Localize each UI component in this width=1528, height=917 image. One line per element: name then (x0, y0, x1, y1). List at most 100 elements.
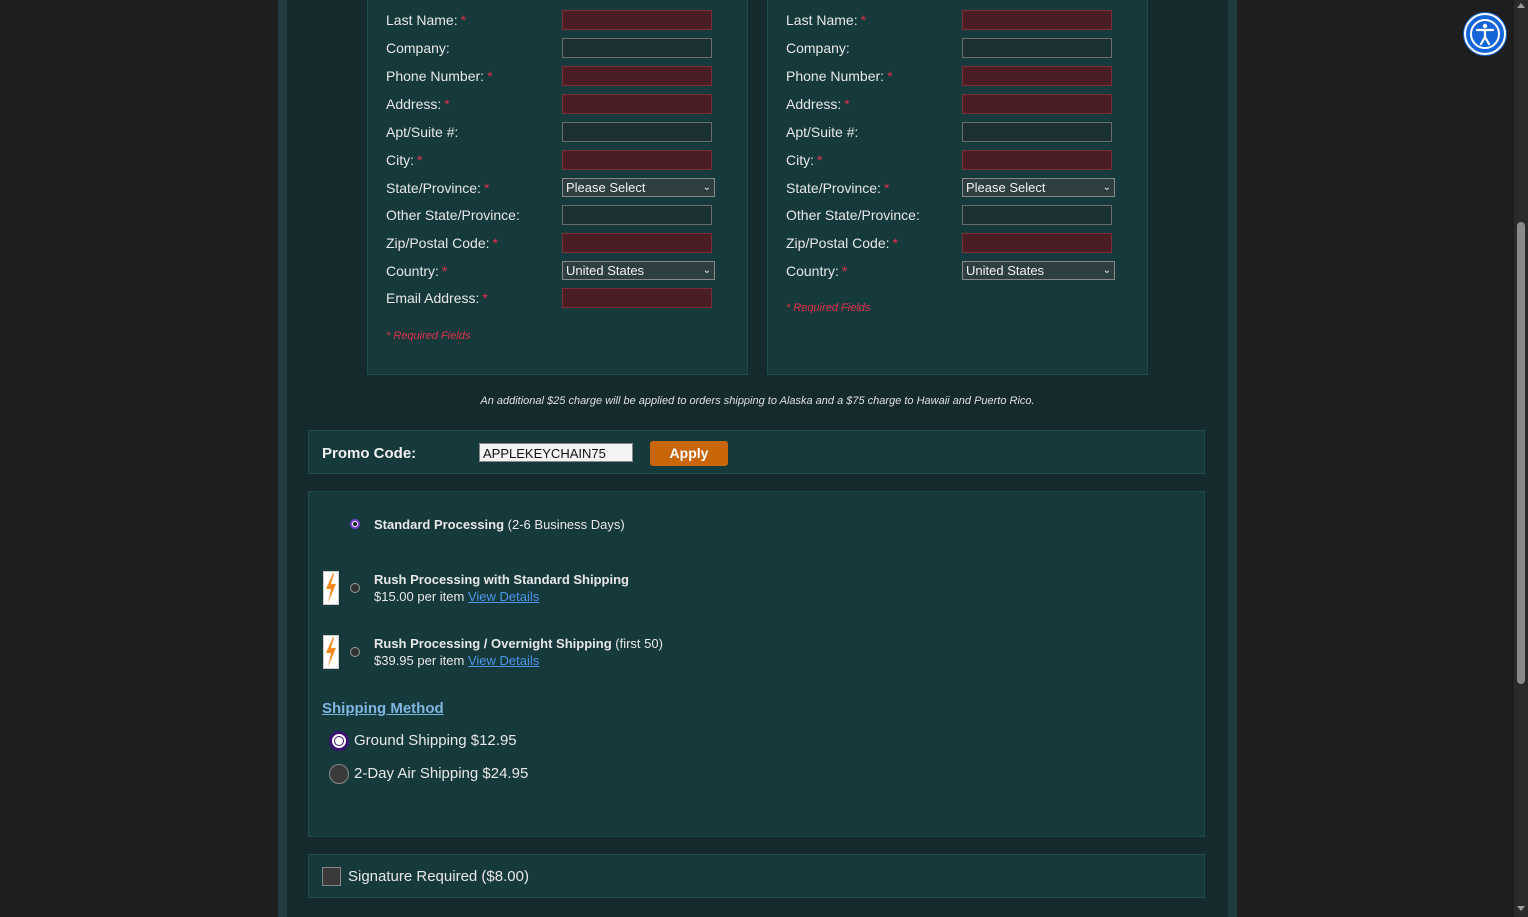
ground-shipping-radio[interactable] (329, 731, 349, 751)
view-details-link[interactable]: View Details (468, 589, 539, 604)
lightning-bolt-icon (323, 635, 339, 669)
shipping-method-heading: Shipping Method (322, 700, 444, 717)
text-input[interactable] (562, 94, 712, 114)
signature-section: Signature Required ($8.00) (308, 854, 1205, 898)
text-input[interactable] (562, 122, 712, 142)
ground-shipping-label: Ground Shipping $12.95 (354, 732, 517, 749)
chevron-down-icon: ⌄ (1102, 182, 1111, 193)
form-row: State/Province: * Please Select ⌄ (368, 178, 747, 200)
required-asterisk: * (487, 68, 493, 84)
apply-promo-button[interactable]: Apply (650, 441, 728, 466)
standard-processing-radio[interactable] (350, 519, 360, 529)
form-row: Other State/Province: (768, 205, 1147, 227)
text-input[interactable] (562, 10, 712, 30)
required-asterisk: * (841, 263, 848, 279)
text-input[interactable] (562, 205, 712, 225)
form-row: City: * (768, 150, 1147, 172)
required-asterisk: * (887, 68, 893, 84)
rush-standard-radio[interactable] (350, 583, 360, 593)
form-row: Phone Number: * (368, 66, 747, 88)
field-label: Other State/Province: (786, 207, 920, 223)
form-row: Company: (768, 38, 1147, 60)
two-day-air-label: 2-Day Air Shipping $24.95 (354, 765, 529, 782)
field-label: Country: * (386, 263, 448, 279)
signature-required-checkbox[interactable] (322, 867, 341, 886)
required-asterisk: * (883, 180, 890, 196)
required-asterisk: * (483, 180, 490, 196)
field-label: Address: * (386, 96, 450, 112)
chevron-down-icon: ⌄ (702, 182, 711, 193)
accessibility-button[interactable] (1464, 13, 1506, 55)
field-label: Last Name: * (386, 12, 467, 28)
text-input[interactable] (962, 205, 1112, 225)
text-input[interactable] (562, 288, 712, 308)
form-row: Zip/Postal Code: * (368, 233, 747, 255)
required-asterisk: * (860, 12, 867, 28)
page-scrollbar[interactable] (1514, 0, 1528, 917)
required-fields-note: * Required Fields (386, 330, 471, 342)
form-row: Phone Number: * (768, 66, 1147, 88)
required-asterisk: * (492, 235, 498, 251)
required-asterisk: * (892, 235, 898, 251)
rush-overnight-price-line: $39.95 per item View Details (374, 653, 540, 668)
scroll-thumb[interactable] (1517, 222, 1525, 684)
field-label: Last Name: * (786, 12, 867, 28)
form-row: Address: * (368, 94, 747, 116)
rush-standard-price-line: $15.00 per item View Details (374, 589, 540, 604)
field-label: State/Province: * (786, 180, 890, 196)
processing-options-section: Standard Processing (2-6 Business Days) … (308, 491, 1205, 837)
form-row: State/Province: * Please Select ⌄ (768, 178, 1147, 200)
form-row: Address: * (768, 94, 1147, 116)
form-row: Last Name: * (768, 10, 1147, 32)
field-label: Country: * (786, 263, 848, 279)
field-label: City: * (386, 152, 423, 168)
select-dropdown[interactable]: Please Select ⌄ (962, 178, 1115, 197)
field-label: Zip/Postal Code: * (786, 235, 898, 251)
scroll-up-arrow-icon[interactable] (1517, 3, 1525, 8)
scroll-down-arrow-icon[interactable] (1517, 906, 1525, 911)
rush-overnight-title: Rush Processing / Overnight Shipping (fi… (374, 636, 663, 651)
accessibility-icon (1470, 19, 1500, 49)
select-dropdown[interactable]: Please Select ⌄ (562, 178, 715, 197)
select-dropdown[interactable]: United States ⌄ (562, 261, 715, 280)
select-dropdown[interactable]: United States ⌄ (962, 261, 1115, 280)
text-input[interactable] (962, 38, 1112, 58)
form-row: Country: * United States ⌄ (768, 261, 1147, 283)
field-label: Apt/Suite #: (786, 124, 859, 140)
text-input[interactable] (562, 233, 712, 253)
required-asterisk: * (844, 96, 850, 112)
promo-code-input[interactable]: APPLEKEYCHAIN75 (479, 443, 633, 462)
required-asterisk: * (817, 152, 823, 168)
required-asterisk: * (482, 290, 488, 306)
form-row: Apt/Suite #: (768, 122, 1147, 144)
field-label: Zip/Postal Code: * (386, 235, 498, 251)
field-label: City: * (786, 152, 823, 168)
text-input[interactable] (962, 150, 1112, 170)
text-input[interactable] (962, 10, 1112, 30)
text-input[interactable] (962, 233, 1112, 253)
field-label: Apt/Suite #: (386, 124, 459, 140)
field-label: Email Address: * (386, 290, 488, 306)
text-input[interactable] (962, 66, 1112, 86)
required-asterisk: * (417, 152, 423, 168)
text-input[interactable] (962, 94, 1112, 114)
text-input[interactable] (562, 38, 712, 58)
text-input[interactable] (562, 150, 712, 170)
required-asterisk: * (441, 263, 448, 279)
form-row: Other State/Province: (368, 205, 747, 227)
rush-overnight-radio[interactable] (350, 647, 360, 657)
form-row: Apt/Suite #: (368, 122, 747, 144)
form-row: Last Name: * (368, 10, 747, 32)
form-row: Email Address: * (368, 288, 747, 310)
required-asterisk: * (460, 12, 467, 28)
text-input[interactable] (562, 66, 712, 86)
lightning-bolt-icon (323, 571, 339, 605)
standard-processing-label: Standard Processing (2-6 Business Days) (374, 517, 625, 532)
required-fields-note: * Required Fields (786, 302, 871, 314)
text-input[interactable] (962, 122, 1112, 142)
two-day-air-radio[interactable] (329, 764, 349, 784)
chevron-down-icon: ⌄ (1102, 265, 1111, 276)
field-label: Other State/Province: (386, 207, 520, 223)
field-label: Phone Number: * (386, 68, 493, 84)
view-details-link[interactable]: View Details (468, 653, 539, 668)
